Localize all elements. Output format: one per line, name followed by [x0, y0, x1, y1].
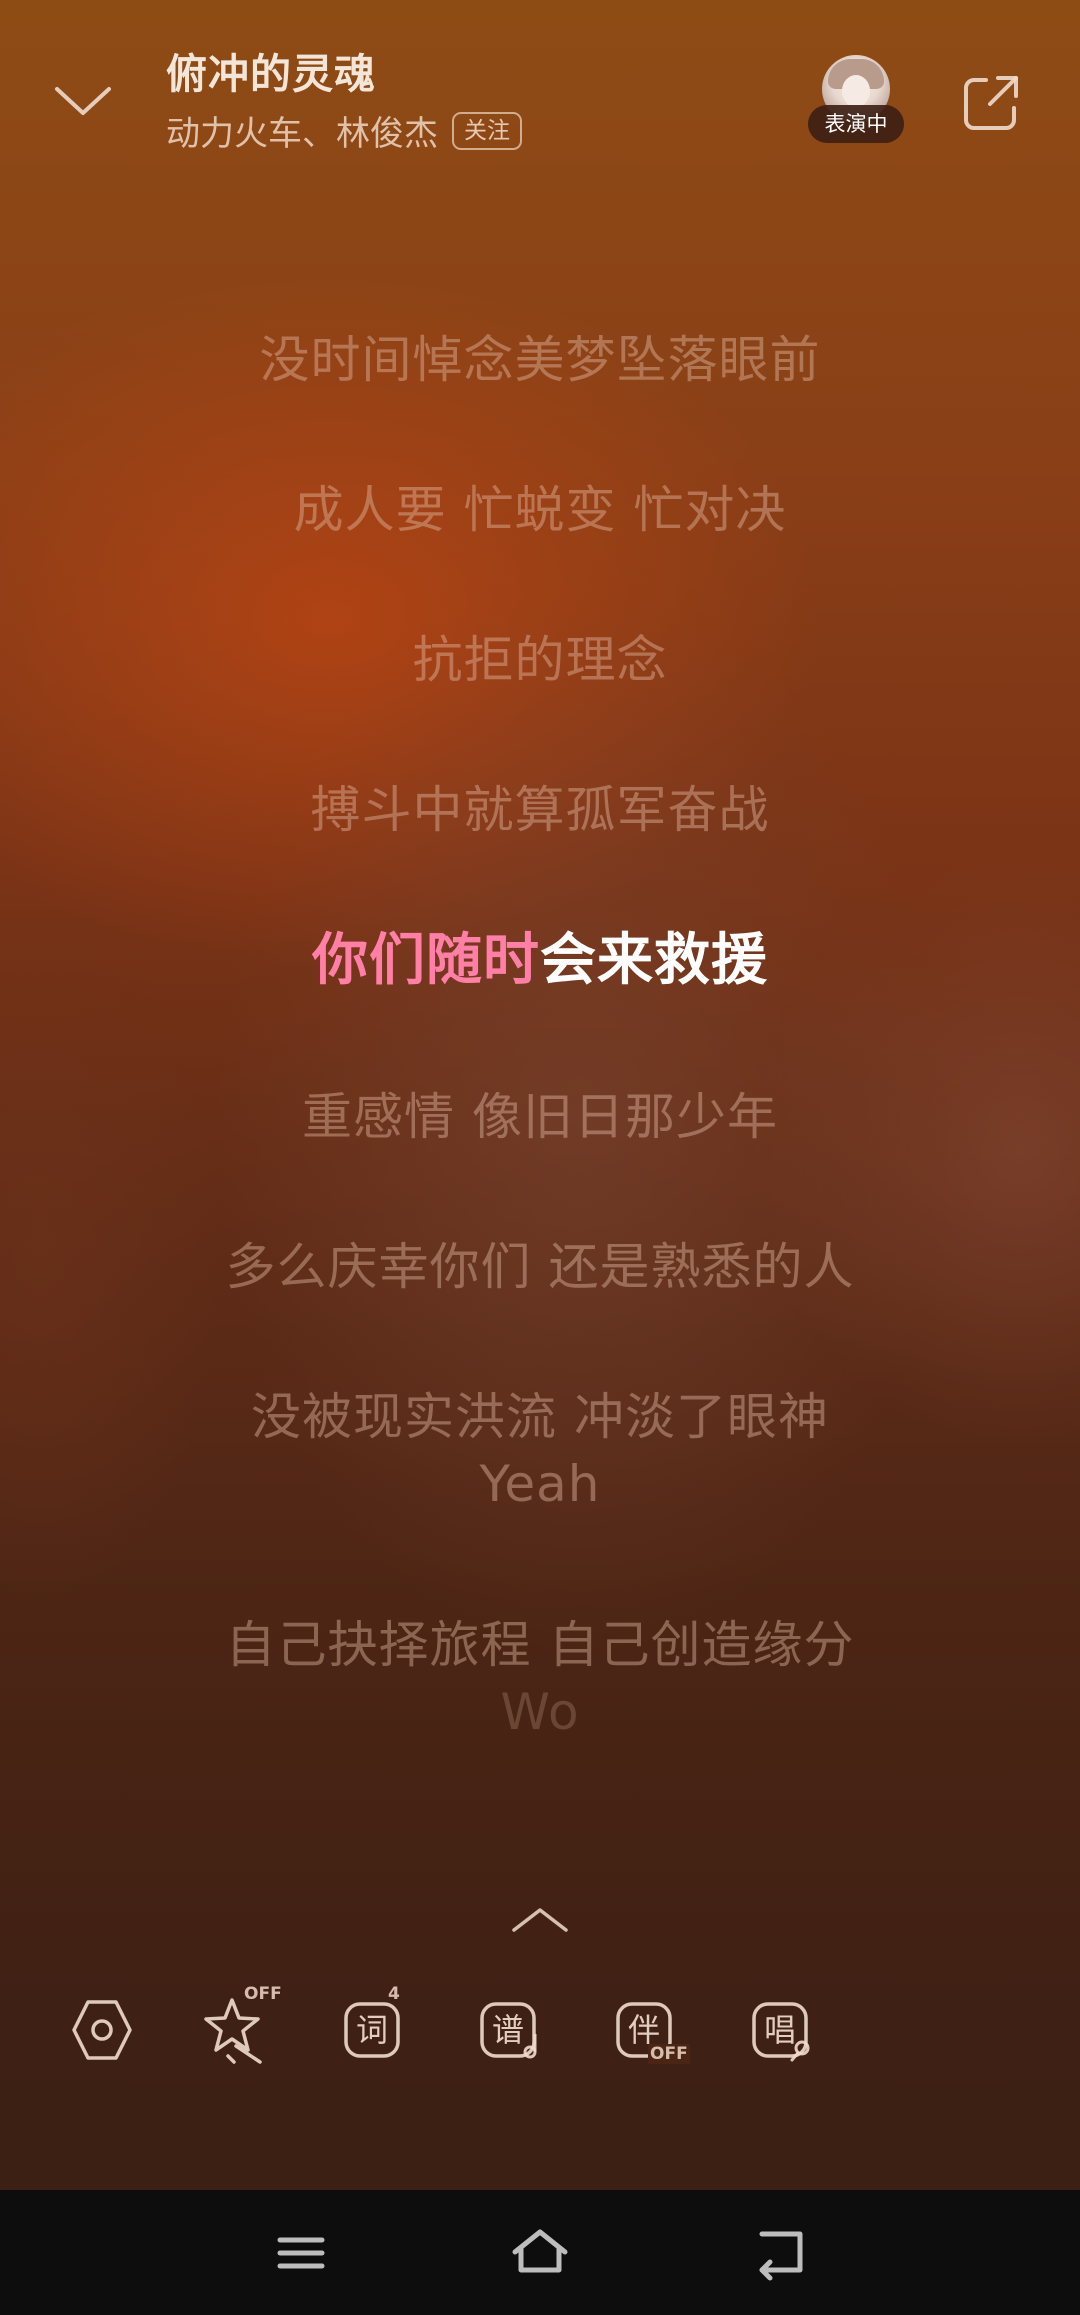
current-lyric-line[interactable]: 你们随时会来救援 [0, 915, 1080, 996]
share-button[interactable] [960, 70, 1024, 134]
song-title: 俯冲的灵魂 [166, 50, 376, 98]
lyric-line[interactable]: 多么庆幸你们 还是熟悉的人 [0, 1227, 1080, 1299]
sing-button[interactable]: 唱 [744, 1990, 816, 2070]
lyric-line[interactable]: 重感情 像旧日那少年 [0, 1077, 1080, 1149]
accompaniment-off-label: OFF [648, 2044, 690, 2064]
lyric-line[interactable]: 搏斗中就算孤军奋战 [0, 770, 1080, 842]
player-header: 俯冲的灵魂 动力火车、林俊杰 关注 表演中 [0, 0, 1080, 170]
lyric-line[interactable]: 没时间悼念美梦坠落眼前 [0, 320, 1080, 392]
accompaniment-button[interactable]: 伴 OFF [608, 1990, 690, 2070]
system-navigation-bar [0, 2190, 1080, 2315]
karaoke-toolbar: OFF 词 4 谱 伴 OFF 唱 [0, 1984, 1080, 2070]
chevron-up-icon [512, 1908, 568, 1932]
artist-row: 动力火车、林俊杰 关注 [166, 106, 522, 155]
effect-toggle-button[interactable]: OFF [200, 1984, 282, 2070]
lyrics-button[interactable]: 词 4 [336, 1984, 408, 2070]
expand-panel-button[interactable] [508, 1900, 572, 1940]
share-icon [964, 76, 1018, 130]
home-button[interactable] [507, 2220, 573, 2286]
performer-avatar-button[interactable]: 表演中 [808, 55, 904, 145]
lyric-line[interactable]: 没被现实洪流 冲淡了眼神 [0, 1377, 1080, 1449]
collapse-button[interactable] [52, 70, 114, 132]
lyrics-count-label: 4 [388, 1984, 400, 2004]
chevron-down-icon [55, 87, 111, 115]
settings-hexagon-icon [72, 2000, 132, 2060]
lyric-line[interactable]: Wo [0, 1683, 1080, 1741]
home-icon [512, 2229, 568, 2273]
live-status-badge: 表演中 [808, 105, 904, 143]
lyric-line[interactable]: 成人要 忙蜕变 忙对决 [0, 470, 1080, 542]
menu-icon [277, 2237, 325, 2269]
sing-glyph: 唱 [763, 2011, 796, 2049]
karaoke-lyrics-screen: 俯冲的灵魂 动力火车、林俊杰 关注 表演中 没时间悼念美梦坠落眼前 成人要 忙蜕… [0, 0, 1080, 2315]
effect-off-label: OFF [244, 1984, 282, 2004]
score-button[interactable]: 谱 [472, 1990, 544, 2070]
score-glyph: 谱 [491, 2011, 524, 2049]
lyric-line[interactable]: 抗拒的理念 [0, 620, 1080, 692]
sung-lyric-part: 你们随时 [312, 928, 540, 993]
artist-names[interactable]: 动力火车、林俊杰 [166, 106, 438, 155]
settings-button[interactable] [66, 1990, 138, 2070]
lyrics-glyph: 词 [355, 2011, 388, 2049]
lyric-line[interactable]: Yeah [0, 1455, 1080, 1513]
menu-button[interactable] [268, 2220, 334, 2286]
back-button[interactable] [748, 2220, 814, 2286]
unsung-lyric-part: 会来救援 [540, 928, 768, 993]
follow-button[interactable]: 关注 [452, 111, 522, 150]
back-icon [759, 2231, 803, 2281]
lyric-line[interactable]: 自己抉择旅程 自己创造缘分 [0, 1605, 1080, 1677]
